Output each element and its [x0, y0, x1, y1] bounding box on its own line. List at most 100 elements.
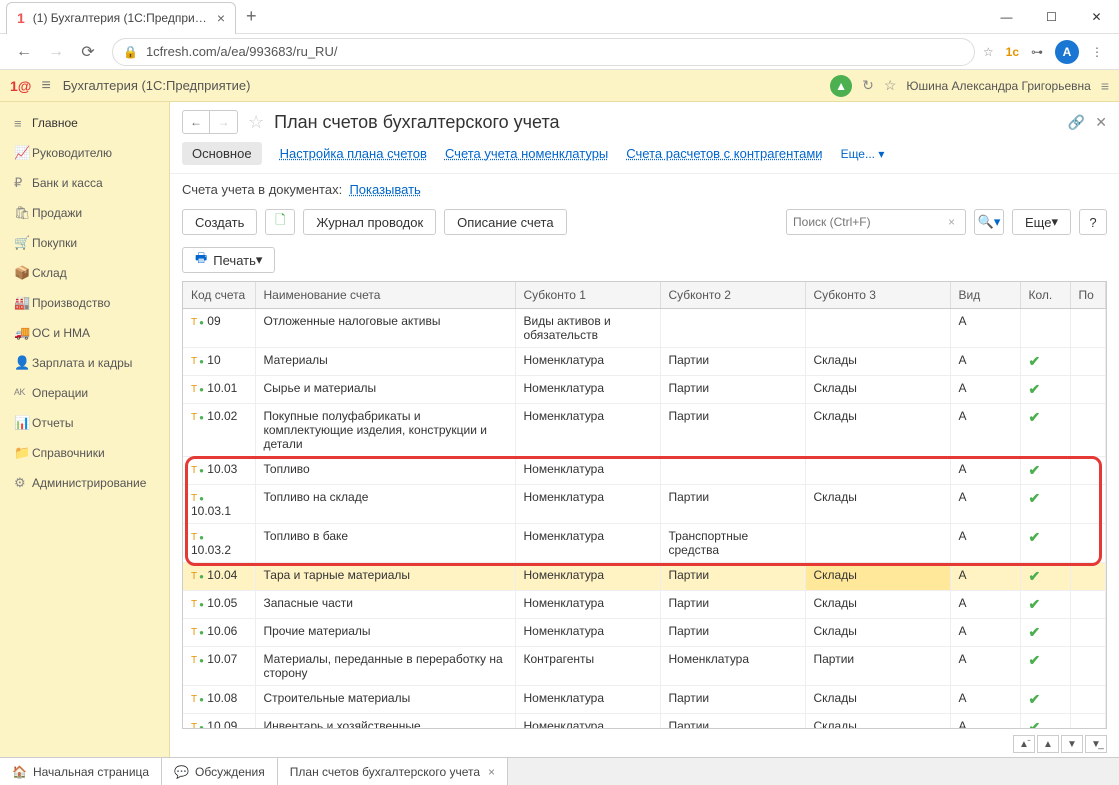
notification-badge[interactable]: ▲: [830, 75, 852, 97]
page-tab-1[interactable]: Настройка плана счетов: [280, 142, 427, 165]
minimize-button[interactable]: —: [984, 0, 1029, 34]
page-tab-3[interactable]: Счета расчетов с контрагентами: [626, 142, 822, 165]
column-header[interactable]: Субконто 3: [805, 282, 950, 309]
column-header[interactable]: Наименование счета: [255, 282, 515, 309]
bottom-tab-1[interactable]: 💬Обсуждения: [162, 758, 278, 785]
page-tab-2[interactable]: Счета учета номенклатуры: [445, 142, 608, 165]
search-clear-icon[interactable]: ×: [944, 215, 959, 229]
table-cell: Контрагенты: [515, 647, 660, 686]
create-button[interactable]: Создать: [182, 209, 257, 235]
sidebar-item-8[interactable]: 👤Зарплата и кадры: [0, 348, 169, 378]
menu-icon[interactable]: ⋮: [1091, 45, 1103, 59]
bottom-tab-close-icon[interactable]: ×: [488, 765, 495, 779]
table-row[interactable]: T● 10МатериалыНоменклатураПартииСкладыА✔: [183, 348, 1106, 376]
browser-tab[interactable]: 1 (1) Бухгалтерия (1С:Предприяти ×: [6, 2, 236, 34]
table-row[interactable]: T● 10.05Запасные частиНоменклатураПартии…: [183, 591, 1106, 619]
sidebar-item-12[interactable]: ⚙Администрирование: [0, 468, 169, 498]
table-row[interactable]: T● 10.03.1Топливо на складеНоменклатураП…: [183, 485, 1106, 524]
info-label: Счета учета в документах:: [182, 182, 342, 197]
copy-button[interactable]: 🗋: [265, 209, 295, 235]
close-window-button[interactable]: ✕: [1074, 0, 1119, 34]
url-box[interactable]: 🔒 1cfresh.com/a/ea/993683/ru_RU/: [112, 38, 975, 66]
page-tab-more[interactable]: Еще... ▾: [841, 147, 885, 161]
nav-back-button[interactable]: ←: [182, 110, 210, 134]
column-header[interactable]: Кол.: [1020, 282, 1070, 309]
sidebar-item-6[interactable]: 🏭Производство: [0, 288, 169, 318]
column-header[interactable]: По: [1070, 282, 1106, 309]
search-input[interactable]: [793, 215, 944, 229]
maximize-button[interactable]: ☐: [1029, 0, 1074, 34]
table-cell: Покупные полуфабрикаты и комплектующие и…: [255, 404, 515, 457]
bottom-tab-2[interactable]: План счетов бухгалтерского учета×: [278, 758, 508, 785]
more-button[interactable]: Еще ▾: [1012, 209, 1071, 235]
page-star-icon[interactable]: ☆: [248, 112, 264, 133]
table-row[interactable]: T● 10.02Покупные полуфабрикаты и комплек…: [183, 404, 1106, 457]
sidebar-icon: 👤: [14, 355, 32, 371]
forward-button[interactable]: →: [40, 37, 72, 67]
table-row[interactable]: T● 10.01Сырье и материалыНоменклатураПар…: [183, 376, 1106, 404]
profile-avatar[interactable]: А: [1055, 40, 1079, 64]
column-header[interactable]: Субконто 2: [660, 282, 805, 309]
column-header[interactable]: Вид: [950, 282, 1020, 309]
table-row[interactable]: T● 09Отложенные налоговые активыВиды акт…: [183, 309, 1106, 348]
sidebar-icon: 🚚: [14, 325, 32, 341]
app-bar: 1@ ≡ Бухгалтерия (1С:Предприятие) ▲ ↻ ☆ …: [0, 70, 1119, 102]
sidebar-item-0[interactable]: ≡Главное: [0, 108, 169, 138]
sidebar-item-11[interactable]: 📁Справочники: [0, 438, 169, 468]
ext-1c-icon[interactable]: 1c: [1006, 45, 1019, 59]
sidebar-icon: 📊: [14, 415, 32, 431]
sidebar-item-2[interactable]: ₽Банк и касса: [0, 168, 169, 198]
key-icon[interactable]: ⊶: [1031, 45, 1043, 59]
reload-button[interactable]: ⟳: [72, 37, 104, 67]
column-header[interactable]: Код счета: [183, 282, 255, 309]
column-header[interactable]: Субконто 1: [515, 282, 660, 309]
hamburger-icon[interactable]: ≡: [41, 77, 50, 95]
table-row[interactable]: T● 10.09Инвентарь и хозяйственные принад…: [183, 714, 1106, 730]
table-row[interactable]: T● 10.07Материалы, переданные в перерабо…: [183, 647, 1106, 686]
history-icon[interactable]: ↻: [862, 77, 874, 94]
table-cell: T● 10.09: [183, 714, 255, 730]
journal-button[interactable]: Журнал проводок: [303, 209, 436, 235]
new-tab-button[interactable]: +: [246, 6, 257, 27]
sidebar-item-7[interactable]: 🚚ОС и НМА: [0, 318, 169, 348]
back-button[interactable]: ←: [8, 37, 40, 67]
sidebar-item-3[interactable]: 🛍Продажи: [0, 198, 169, 228]
description-button[interactable]: Описание счета: [444, 209, 566, 235]
table-row[interactable]: T● 10.04Тара и тарные материалыНоменклат…: [183, 563, 1106, 591]
table-cell: Партии: [805, 647, 950, 686]
table-row[interactable]: T● 10.06Прочие материалыНоменклатураПарт…: [183, 619, 1106, 647]
page-close-icon[interactable]: ✕: [1095, 114, 1107, 131]
scroll-bottom-button[interactable]: ▼̲: [1085, 735, 1107, 753]
favorite-icon[interactable]: ☆: [884, 77, 897, 94]
nav-forward-button[interactable]: →: [210, 110, 238, 134]
page-tab-0[interactable]: Основное: [182, 142, 262, 165]
scroll-up-button[interactable]: ▲: [1037, 735, 1059, 753]
info-link[interactable]: Показывать: [349, 182, 420, 197]
sidebar-item-5[interactable]: 📦Склад: [0, 258, 169, 288]
bottom-tab-0[interactable]: 🏠Начальная страница: [0, 758, 162, 785]
sidebar-item-10[interactable]: 📊Отчеты: [0, 408, 169, 438]
search-exec-button[interactable]: 🔍▾: [974, 209, 1004, 235]
table-row[interactable]: T● 10.03.2Топливо в бакеНоменклатураТран…: [183, 524, 1106, 563]
scroll-down-button[interactable]: ▼: [1061, 735, 1083, 753]
table-cell: T● 10.03: [183, 457, 255, 485]
help-button[interactable]: ?: [1079, 209, 1107, 235]
tab-favicon: 1: [17, 10, 25, 26]
print-button[interactable]: 🖶 Печать ▾: [182, 247, 275, 273]
app-menu-icon[interactable]: ≡: [1101, 78, 1109, 94]
link-icon[interactable]: 🔗: [1068, 114, 1085, 131]
sidebar-item-4[interactable]: 🛒Покупки: [0, 228, 169, 258]
table-cell: T● 10.03.2: [183, 524, 255, 563]
search-box[interactable]: ×: [786, 209, 966, 235]
table-row[interactable]: T● 10.08Строительные материалыНоменклату…: [183, 686, 1106, 714]
table-cell: Топливо в баке: [255, 524, 515, 563]
star-icon[interactable]: ☆: [983, 45, 994, 59]
sidebar-item-1[interactable]: 📈Руководителю: [0, 138, 169, 168]
table-cell: А: [950, 714, 1020, 730]
sidebar-icon: 📦: [14, 265, 32, 281]
tab-close-icon[interactable]: ×: [217, 10, 225, 26]
table-cell: Номенклатура: [515, 457, 660, 485]
sidebar-item-9[interactable]: ᴬᴷОперации: [0, 378, 169, 408]
table-row[interactable]: T● 10.03ТопливоНоменклатураА✔: [183, 457, 1106, 485]
scroll-top-button[interactable]: ▲̄: [1013, 735, 1035, 753]
